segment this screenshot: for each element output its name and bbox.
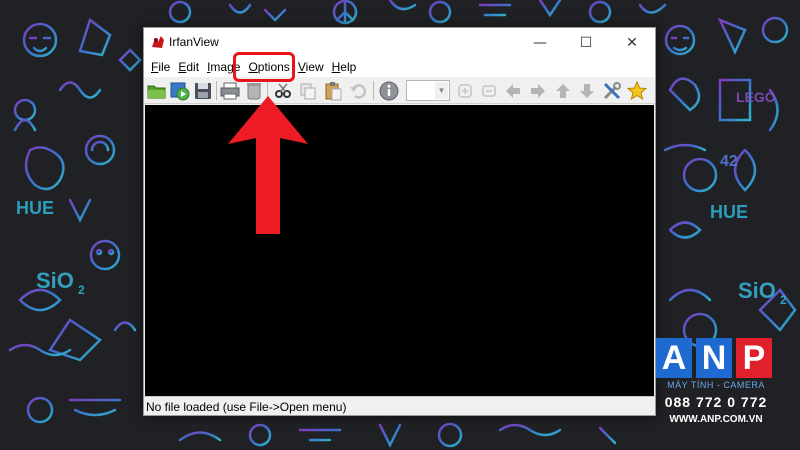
window-title: IrfanView bbox=[169, 35, 219, 49]
anp-website: WWW.ANP.COM.VN bbox=[669, 414, 763, 425]
menu-edit[interactable]: Edit bbox=[174, 57, 203, 77]
undo-icon[interactable] bbox=[347, 80, 369, 102]
favorites-icon[interactable] bbox=[626, 80, 648, 102]
svg-text:SiO: SiO bbox=[738, 278, 776, 303]
save-icon[interactable] bbox=[192, 80, 214, 102]
svg-text:2: 2 bbox=[780, 293, 787, 307]
anp-logo-n: N bbox=[696, 338, 732, 378]
title-bar[interactable]: IrfanView — ☐ ✕ bbox=[144, 28, 655, 57]
svg-text:HUE: HUE bbox=[710, 202, 748, 222]
svg-text:2: 2 bbox=[78, 283, 85, 297]
menu-file[interactable]: File bbox=[147, 57, 174, 77]
toolbar-separator bbox=[373, 81, 374, 100]
rotate-left-icon[interactable] bbox=[454, 80, 476, 102]
up-icon[interactable] bbox=[552, 80, 574, 102]
status-text: No file loaded (use File->Open menu) bbox=[146, 400, 347, 414]
anp-logo-a: A bbox=[656, 338, 692, 378]
svg-text:SiO: SiO bbox=[36, 268, 74, 293]
svg-text:42: 42 bbox=[720, 153, 738, 170]
chevron-down-icon[interactable]: ▼ bbox=[435, 82, 448, 99]
annotation-arrow-icon bbox=[228, 96, 308, 234]
close-button[interactable]: ✕ bbox=[609, 28, 655, 57]
anp-phone: 088 772 0 772 bbox=[664, 394, 768, 410]
menu-help[interactable]: Help bbox=[328, 57, 361, 77]
anp-watermark: A N P MÁY TÍNH - CAMERA 088 772 0 772 WW… bbox=[656, 338, 776, 433]
rotate-right-icon[interactable] bbox=[478, 80, 500, 102]
options-highlight-box bbox=[233, 52, 295, 82]
svg-text:HUE: HUE bbox=[16, 198, 54, 218]
status-bar: No file loaded (use File->Open menu) bbox=[144, 396, 655, 415]
down-icon[interactable] bbox=[576, 80, 598, 102]
irfanview-logo-icon bbox=[152, 36, 164, 48]
menu-view[interactable]: View bbox=[294, 57, 328, 77]
settings-icon[interactable] bbox=[601, 80, 623, 102]
anp-logo-p: P bbox=[736, 338, 772, 378]
maximize-button[interactable]: ☐ bbox=[563, 28, 609, 57]
image-canvas[interactable] bbox=[145, 105, 654, 396]
menu-bar: File Edit Image Options View Help bbox=[144, 57, 655, 77]
toolbar: ▼ bbox=[144, 77, 655, 104]
slideshow-icon[interactable] bbox=[169, 80, 191, 102]
svg-text:LEGO: LEGO bbox=[736, 89, 776, 105]
zoom-combo[interactable]: ▼ bbox=[406, 80, 450, 101]
toolbar-separator bbox=[216, 81, 217, 100]
minimize-icon: — bbox=[533, 34, 547, 51]
info-icon[interactable] bbox=[378, 80, 400, 102]
close-icon: ✕ bbox=[626, 34, 638, 51]
paste-icon[interactable] bbox=[322, 80, 344, 102]
anp-subtitle: MÁY TÍNH - CAMERA bbox=[667, 380, 765, 390]
maximize-icon: ☐ bbox=[579, 34, 593, 51]
irfanview-window: IrfanView — ☐ ✕ File Edit Image Options … bbox=[143, 27, 656, 416]
prev-icon[interactable] bbox=[502, 80, 524, 102]
open-folder-icon[interactable] bbox=[146, 80, 168, 102]
next-icon[interactable] bbox=[527, 80, 549, 102]
minimize-button[interactable]: — bbox=[517, 28, 563, 57]
